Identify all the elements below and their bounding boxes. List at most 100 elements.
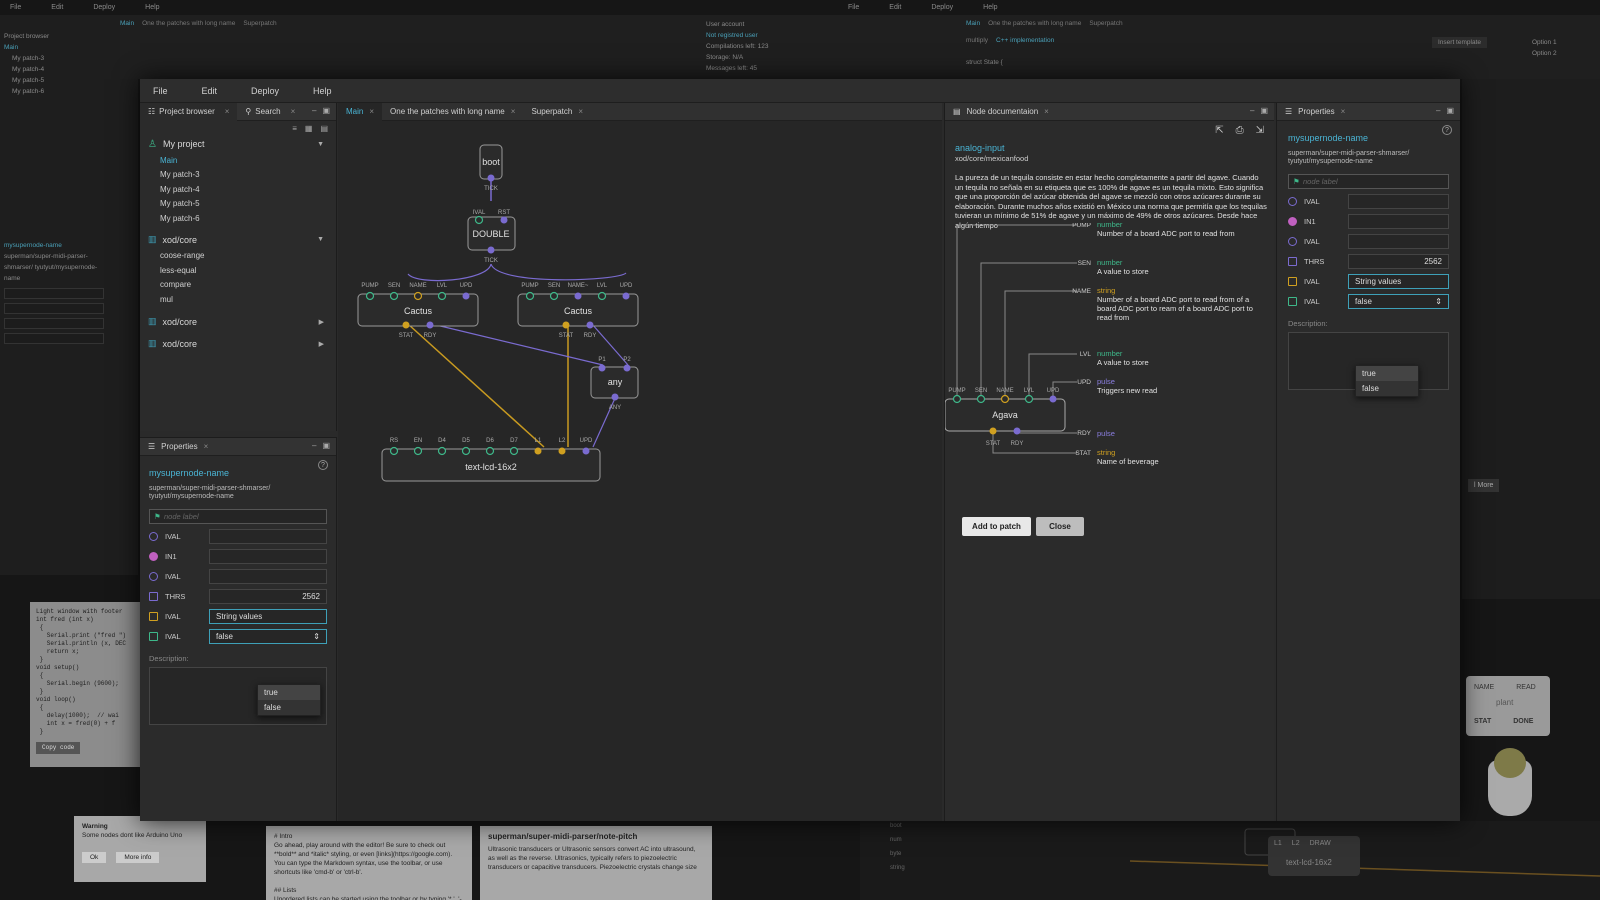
add-to-patch-button[interactable]: Add to patch: [962, 517, 1031, 536]
pin-dot[interactable]: [437, 446, 447, 456]
minimize-icon[interactable]: –: [1250, 106, 1254, 115]
node-label-input[interactable]: ⚑ node label: [149, 509, 327, 524]
bg-menu-edit-r[interactable]: Edit: [889, 4, 901, 11]
maximize-icon[interactable]: ▣: [322, 441, 330, 450]
tab-search[interactable]: ⚲ Search ×: [237, 103, 303, 121]
pin-dot[interactable]: [509, 446, 519, 456]
tab-main[interactable]: Main ×: [338, 103, 383, 121]
bg-menu-edit[interactable]: Edit: [51, 4, 63, 11]
bg-warning-ok[interactable]: Ok: [82, 852, 107, 863]
prop-field-string[interactable]: String values: [1348, 274, 1449, 289]
prop-field[interactable]: [1348, 214, 1449, 229]
prop-field[interactable]: [209, 569, 327, 584]
print-icon[interactable]: ⎙: [1236, 125, 1244, 136]
patch-item-3[interactable]: My patch-3: [140, 168, 336, 183]
bg-more-button[interactable]: l More: [1468, 479, 1500, 492]
minimize-icon[interactable]: –: [1436, 106, 1440, 115]
prop-field-thrs[interactable]: 2562: [209, 589, 327, 604]
close-icon[interactable]: ×: [1044, 107, 1049, 116]
menu-file[interactable]: File: [153, 86, 168, 96]
prop-field[interactable]: [1348, 234, 1449, 249]
pin-dot[interactable]: [558, 447, 566, 455]
bg-menu-deploy-r[interactable]: Deploy: [931, 4, 953, 11]
lib-item-less-equal[interactable]: less-equal: [140, 263, 336, 278]
menu-deploy[interactable]: Deploy: [251, 86, 279, 96]
bg-tab-super[interactable]: Superpatch: [243, 20, 276, 27]
bg-not-registered[interactable]: Not registred user: [706, 30, 769, 41]
minimize-icon[interactable]: –: [312, 106, 316, 115]
list-view-icon[interactable]: ≡: [292, 124, 297, 133]
bg-field-3[interactable]: [4, 318, 104, 329]
bg-code-tab-multiply[interactable]: multiply: [966, 37, 988, 44]
bg-field-2[interactable]: [4, 303, 104, 314]
dropdown-option-false[interactable]: false: [258, 700, 320, 715]
maximize-icon[interactable]: ▣: [1446, 106, 1454, 115]
bg-tab-main-r[interactable]: Main: [966, 20, 980, 27]
tab-long-name[interactable]: One the patches with long name ×: [382, 103, 523, 121]
menu-help[interactable]: Help: [313, 86, 332, 96]
bg-tab-super-r[interactable]: Superpatch: [1089, 20, 1122, 27]
bg-menu-deploy[interactable]: Deploy: [93, 4, 115, 11]
menu-edit[interactable]: Edit: [202, 86, 218, 96]
dropdown-option-false[interactable]: false: [1356, 381, 1418, 396]
bg-plant-node[interactable]: NAME READ plant STAT DONE: [1466, 676, 1550, 736]
prop-field[interactable]: [209, 549, 327, 564]
prop-field[interactable]: [1348, 194, 1449, 209]
bg-warning-more[interactable]: More info: [116, 852, 160, 863]
link[interactable]: [431, 323, 604, 366]
bg-option-1[interactable]: Option 1: [1532, 37, 1557, 48]
node-cactus-2[interactable]: PUMP SEN NAME~ LVL UPD Cactus STAT RDY: [517, 283, 639, 339]
bg-pb-patch4[interactable]: My patch-4: [4, 64, 49, 75]
close-icon[interactable]: ×: [578, 107, 583, 116]
chevron-right-icon[interactable]: ▶: [319, 318, 324, 326]
link[interactable]: [490, 263, 627, 281]
bg-field-1[interactable]: [4, 288, 104, 299]
dropdown-option-true[interactable]: true: [1356, 366, 1418, 381]
lib-group-3[interactable]: ▥ xod/core ▶: [140, 335, 336, 353]
close-icon[interactable]: ×: [1341, 107, 1346, 116]
prop-field-thrs[interactable]: 2562: [1348, 254, 1449, 269]
maximize-icon[interactable]: ▣: [322, 106, 330, 115]
pin-dot[interactable]: [582, 447, 590, 455]
bg-pb-main[interactable]: Main: [4, 42, 49, 53]
close-icon[interactable]: ×: [225, 107, 230, 116]
patch-item-5[interactable]: My patch-5: [140, 197, 336, 212]
link[interactable]: [407, 263, 492, 282]
minimize-icon[interactable]: –: [312, 441, 316, 450]
pin-dot[interactable]: [485, 446, 495, 456]
doc-node-title[interactable]: analog-input: [955, 143, 1005, 153]
pin-dot[interactable]: [389, 446, 399, 456]
pin-dot[interactable]: [461, 446, 471, 456]
link[interactable]: [592, 395, 617, 448]
chevron-down-icon[interactable]: ▼: [317, 236, 324, 243]
bg-tab-long-r[interactable]: One the patches with long name: [988, 20, 1081, 27]
bg-insert-template[interactable]: Insert template: [1432, 37, 1487, 48]
dropdown-option-true[interactable]: true: [258, 685, 320, 700]
lib-item-mul[interactable]: mul: [140, 292, 336, 307]
lib-group-1[interactable]: ▥ xod/core ▼: [140, 231, 336, 249]
chevron-right-icon[interactable]: ▶: [319, 340, 324, 348]
bg-menu-help-r[interactable]: Help: [983, 4, 997, 11]
close-icon[interactable]: ×: [511, 107, 516, 116]
bg-menu-file[interactable]: File: [10, 4, 21, 11]
new-file-icon[interactable]: ▤: [320, 124, 328, 133]
node-label-input-right[interactable]: ⚑ node label: [1288, 174, 1449, 189]
help-icon[interactable]: ?: [1442, 125, 1452, 135]
bg-pb-patch3[interactable]: My patch-3: [4, 53, 49, 64]
patch-item-4[interactable]: My patch-4: [140, 182, 336, 197]
external-link-icon[interactable]: ⇱: [1215, 125, 1223, 136]
prop-select-bool[interactable]: false ⇕: [209, 629, 327, 644]
pin-dot[interactable]: [413, 446, 423, 456]
close-icon[interactable]: ×: [204, 442, 209, 451]
bg-pb-patch6[interactable]: My patch-6: [4, 86, 49, 97]
bg-menu-file-r[interactable]: File: [848, 4, 859, 11]
node-any[interactable]: P1 P2 any ANY: [590, 357, 639, 411]
lib-item-coose-range[interactable]: coose-range: [140, 249, 336, 264]
bg-tab-main[interactable]: Main: [120, 20, 134, 27]
node-double[interactable]: IVAL RST DOUBLE TICK: [467, 210, 516, 264]
lib-item-compare[interactable]: compare: [140, 278, 336, 293]
bg-option-2[interactable]: Option 2: [1532, 48, 1557, 59]
bg-tab-long[interactable]: One the patches with long name: [142, 20, 235, 27]
bg-copy-code[interactable]: Copy code: [36, 742, 81, 754]
bg-pb-patch5[interactable]: My patch-5: [4, 75, 49, 86]
